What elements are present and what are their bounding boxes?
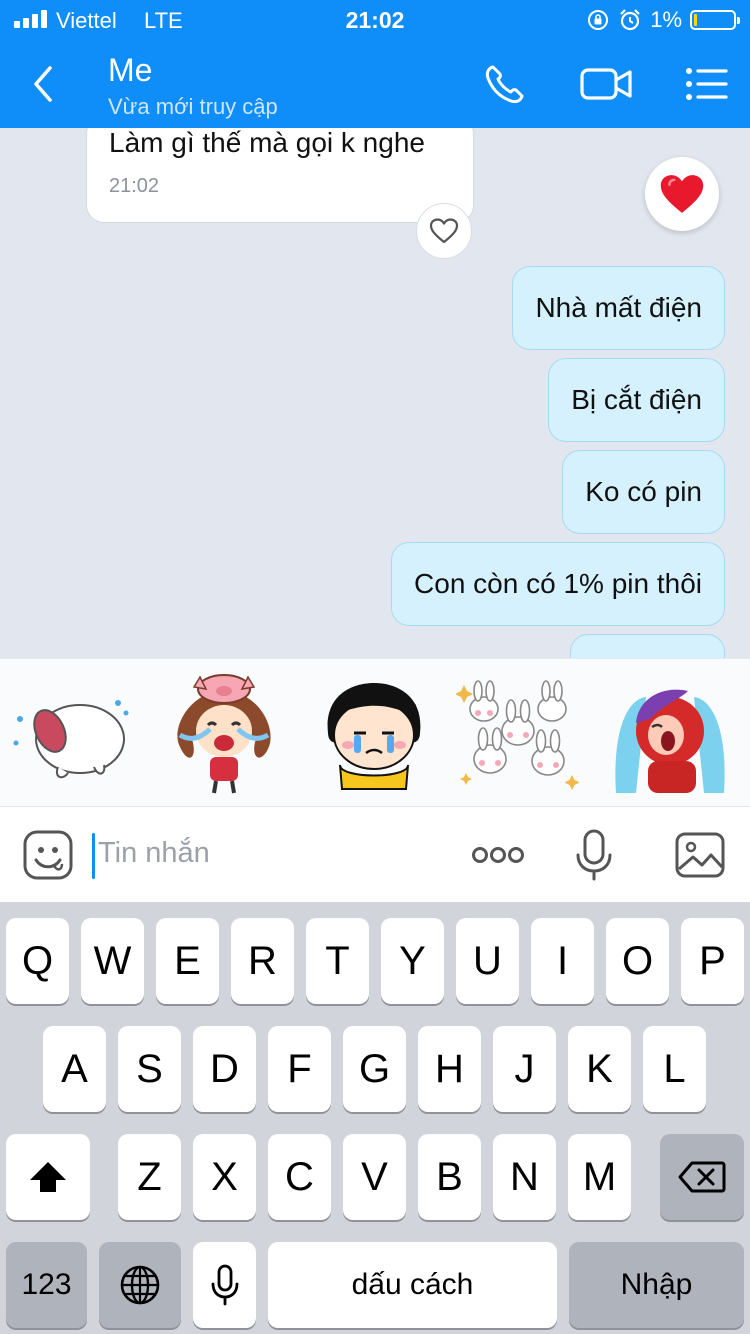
dictation-key[interactable] (193, 1242, 256, 1328)
key-v[interactable]: V (343, 1134, 406, 1220)
outgoing-message[interactable]: Bị cắt điện (548, 358, 725, 442)
key-z[interactable]: Z (118, 1134, 181, 1220)
alarm-icon (620, 9, 640, 31)
key-g[interactable]: G (343, 1026, 406, 1112)
key-s[interactable]: S (118, 1026, 181, 1112)
conversation-title[interactable]: Me (108, 52, 152, 89)
heart-icon (660, 175, 704, 213)
key-b[interactable]: B (418, 1134, 481, 1220)
key-d[interactable]: D (193, 1026, 256, 1112)
chat-area[interactable]: Làm gì thế mà gọi k nghe 21:02 Nhà mất đ… (0, 128, 750, 658)
outgoing-message[interactable]: Con còn có 1% pin thôi (391, 542, 725, 626)
backspace-key[interactable] (660, 1134, 744, 1220)
key-c[interactable]: C (268, 1134, 331, 1220)
key-y[interactable]: Y (381, 918, 444, 1004)
more-icon[interactable] (470, 829, 526, 881)
key-o[interactable]: O (606, 918, 669, 1004)
key-h[interactable]: H (418, 1026, 481, 1112)
space-key[interactable]: dấu cách (268, 1242, 557, 1328)
key-p[interactable]: P (681, 918, 744, 1004)
status-bar: Viettel LTE 21:02 1% (0, 0, 750, 40)
emoji-icon[interactable] (22, 829, 74, 881)
shift-icon (30, 1162, 66, 1192)
message-input[interactable]: Tin nhắn (98, 837, 210, 870)
return-key[interactable]: Nhập (569, 1242, 744, 1328)
battery-icon (690, 10, 740, 30)
crying-pig-girl-sticker[interactable] (160, 669, 288, 797)
microphone-icon[interactable] (568, 829, 620, 881)
react-button[interactable] (416, 203, 472, 259)
outgoing-message[interactable]: Ko có pin (562, 450, 725, 534)
key-e[interactable]: E (156, 918, 219, 1004)
heart-reaction[interactable] (645, 157, 719, 231)
key-x[interactable]: X (193, 1134, 256, 1220)
key-w[interactable]: W (81, 918, 144, 1004)
key-u[interactable]: U (456, 918, 519, 1004)
top-bar: Viettel LTE 21:02 1% Me Vừa mới truy cập (0, 0, 750, 128)
sticker-suggestions (0, 658, 750, 806)
last-seen-status: Vừa mới truy cập (108, 94, 278, 119)
phone-icon[interactable] (480, 62, 528, 106)
incoming-message[interactable]: Làm gì thế mà gọi k nghe 21:02 (86, 128, 474, 223)
outgoing-message[interactable]: Nhà mất điện (512, 266, 725, 350)
message-time: 21:02 (109, 175, 160, 197)
key-q[interactable]: Q (6, 918, 69, 1004)
outgoing-message-partial[interactable] (570, 634, 725, 658)
rotation-lock-icon (588, 10, 609, 30)
key-j[interactable]: J (493, 1026, 556, 1112)
key-m[interactable]: M (568, 1134, 631, 1220)
video-call-icon[interactable] (580, 62, 634, 106)
crying-red-character-sticker[interactable] (606, 669, 734, 797)
key-n[interactable]: N (493, 1134, 556, 1220)
key-f[interactable]: F (268, 1026, 331, 1112)
text-caret (92, 833, 95, 879)
heart-outline-icon (429, 218, 459, 244)
key-i[interactable]: I (531, 918, 594, 1004)
menu-icon[interactable] (684, 62, 732, 106)
globe-icon (120, 1265, 160, 1305)
keyboard: Q W E R T Y U I O P A S D F G H J K L Z … (0, 902, 750, 1334)
key-r[interactable]: R (231, 918, 294, 1004)
crying-cat-sticker[interactable] (6, 669, 134, 797)
message-input-bar: Tin nhắn (0, 806, 750, 902)
image-icon[interactable] (674, 829, 726, 881)
dictation-icon (211, 1264, 238, 1306)
key-k[interactable]: K (568, 1026, 631, 1112)
back-icon[interactable] (26, 62, 62, 106)
numbers-key[interactable]: 123 (6, 1242, 87, 1328)
crying-girl-sticker[interactable] (310, 669, 438, 797)
battery-percent: 1% (650, 7, 682, 32)
rabbits-sticker[interactable] (456, 669, 584, 797)
shift-key[interactable] (6, 1134, 90, 1220)
globe-key[interactable] (99, 1242, 181, 1328)
key-l[interactable]: L (643, 1026, 706, 1112)
key-a[interactable]: A (43, 1026, 106, 1112)
backspace-icon (678, 1161, 726, 1193)
message-text: Làm gì thế mà gọi k nghe (109, 128, 425, 158)
key-t[interactable]: T (306, 918, 369, 1004)
